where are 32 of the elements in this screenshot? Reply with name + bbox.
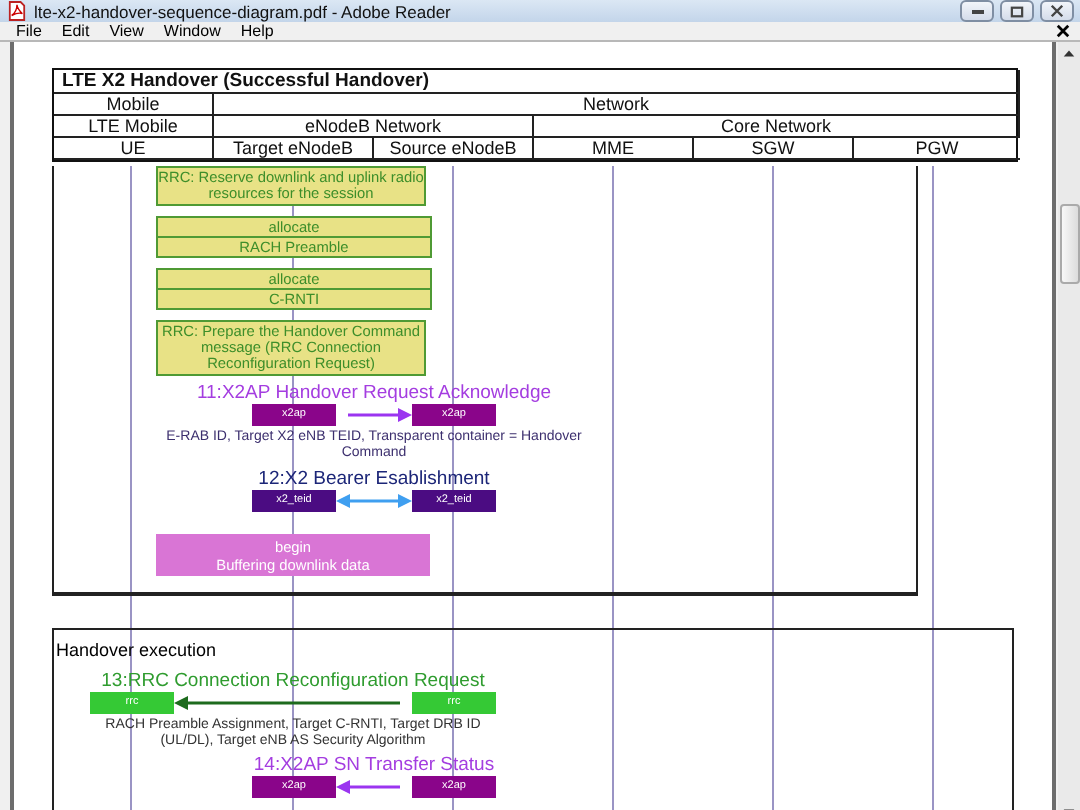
- header-cell: Network: [214, 94, 1020, 116]
- close-button[interactable]: [1040, 0, 1074, 22]
- message-label: 12:X2 Bearer Esablishment: [256, 468, 492, 490]
- scrollbar[interactable]: [1058, 42, 1080, 810]
- lane-header: PGW: [854, 138, 1020, 160]
- minimize-button[interactable]: [960, 0, 994, 22]
- lane-header: Target eNodeB: [214, 138, 374, 160]
- window-title: lte-x2-handover-sequence-diagram.pdf - Adobe Reader: [34, 1, 453, 21]
- lane-header: SGW: [694, 138, 854, 160]
- close-icon: [1050, 4, 1064, 18]
- lane-header: Source eNodeB: [374, 138, 534, 160]
- menu-item[interactable]: Window: [163, 22, 221, 40]
- header-cell: Mobile: [54, 94, 214, 116]
- menu-item[interactable]: View: [109, 22, 144, 40]
- lane-header: MME: [534, 138, 694, 160]
- scroll-up-icon[interactable]: [1062, 48, 1076, 58]
- frame-label: Handover execution: [54, 638, 217, 660]
- close-icon[interactable]: [1056, 24, 1070, 38]
- menu-item[interactable]: Edit: [61, 22, 90, 40]
- header-cell: Core Network: [534, 116, 1020, 138]
- header-cell: LTE Mobile: [54, 116, 214, 138]
- diagram-title: LTE X2 Handover (Successful Handover): [54, 70, 1020, 94]
- maximize-button[interactable]: [1000, 0, 1034, 22]
- menu-item[interactable]: Help: [240, 22, 274, 40]
- scrollbar-thumb[interactable]: [1059, 204, 1079, 284]
- maximize-icon: [1010, 5, 1024, 17]
- header-cell: eNodeB Network: [214, 116, 534, 138]
- lane-header: UE: [54, 138, 214, 160]
- pdf-file-icon: [8, 0, 26, 22]
- menu-item[interactable]: File: [16, 22, 42, 40]
- message-label: 13:RRC Connection Reconfiguration Request: [99, 670, 487, 692]
- minimize-icon: [971, 9, 983, 13]
